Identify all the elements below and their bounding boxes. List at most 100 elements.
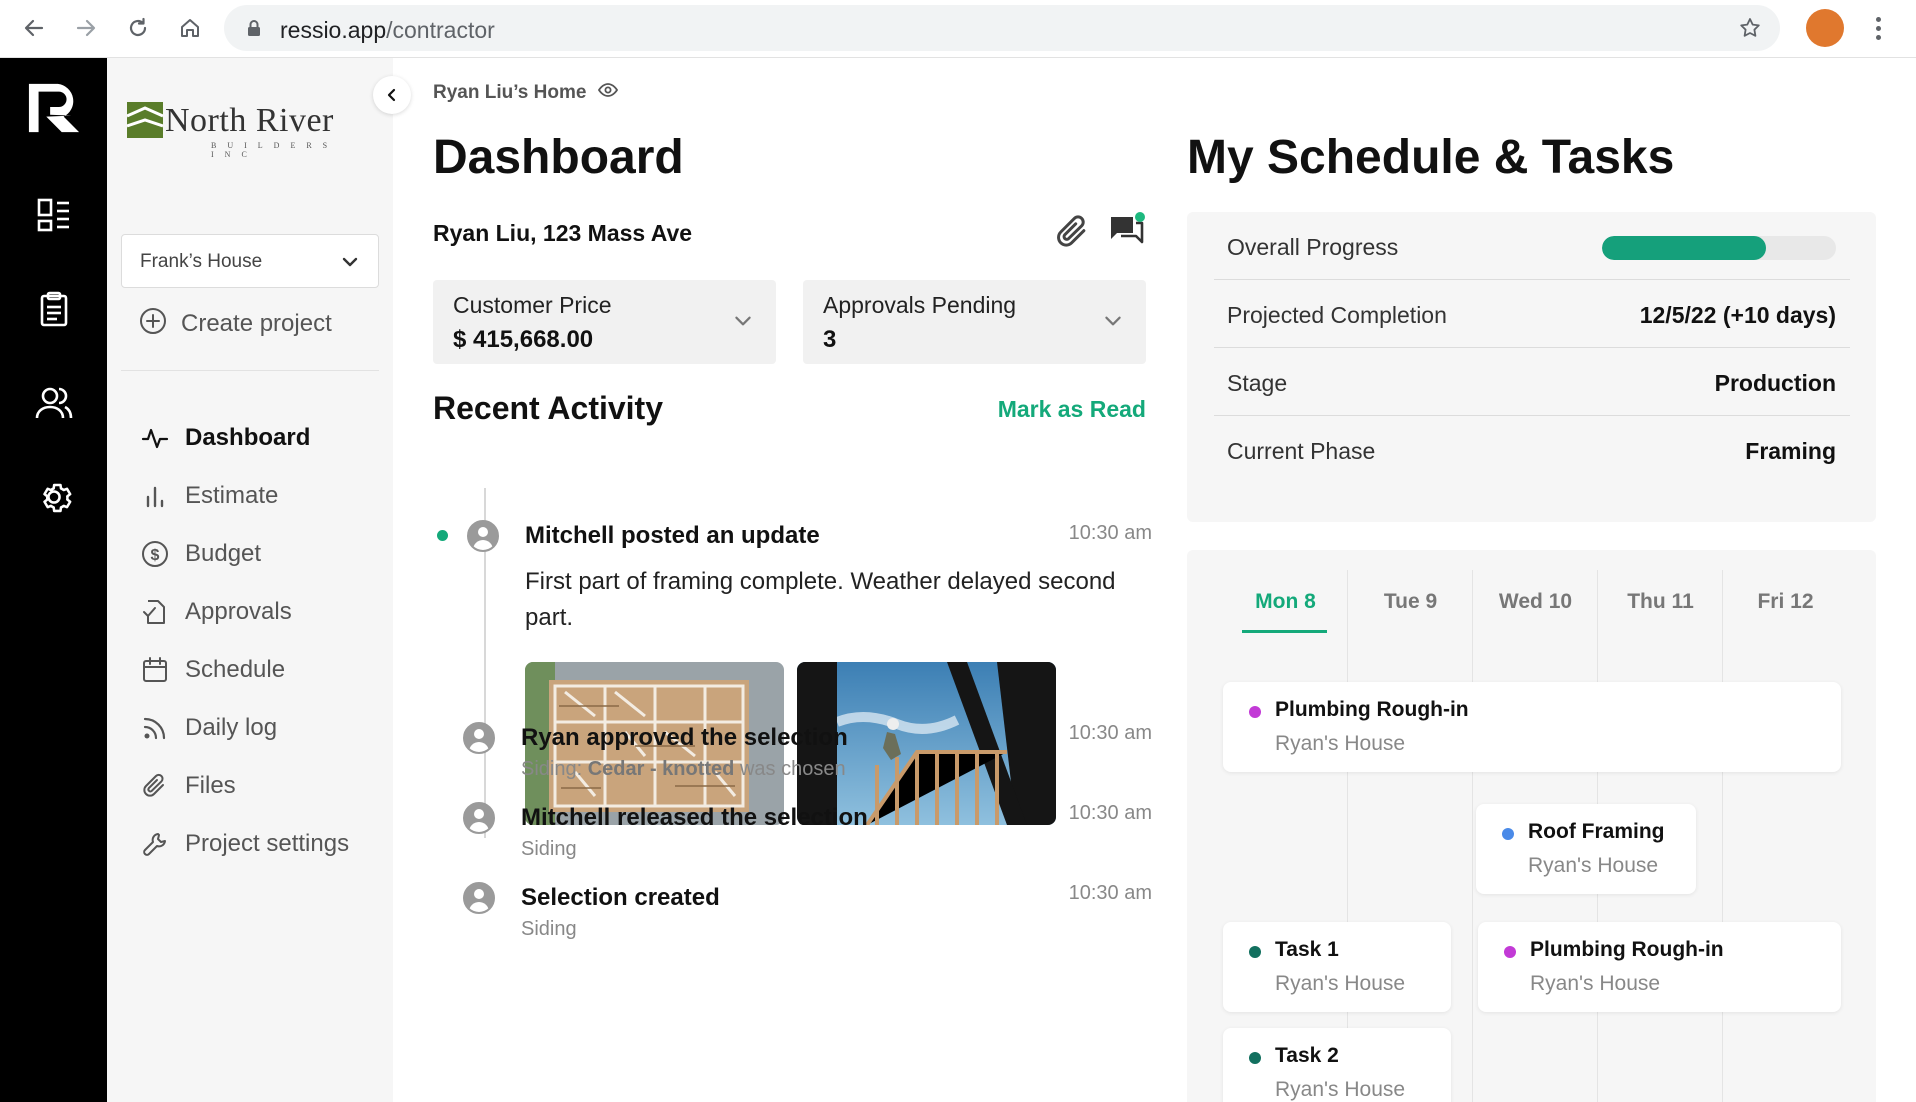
settings-gear-icon[interactable]	[27, 470, 81, 524]
task-subtitle: Ryan's House	[1275, 1078, 1406, 1101]
bookmark-star-icon[interactable]	[1738, 16, 1762, 45]
chevron-left-icon	[387, 88, 396, 102]
approvals-icon	[141, 598, 169, 626]
reload-icon[interactable]	[120, 10, 156, 46]
project-sidebar: North River BUILDERS INC Frank’s House C…	[107, 58, 393, 1102]
ressio-logo-icon[interactable]	[27, 80, 81, 134]
progress-fill	[1602, 236, 1766, 260]
approvals-pending-card[interactable]: Approvals Pending 3	[803, 280, 1146, 364]
weekly-calendar: Mon 8 Tue 9 Wed 10 Thu 11 Fri 12 Plumbin…	[1187, 550, 1876, 1102]
tab-mon-8[interactable]: Mon 8	[1223, 590, 1348, 614]
avatar	[467, 520, 499, 552]
task-color-dot	[1249, 706, 1261, 718]
avatar	[463, 882, 495, 914]
recent-activity-title: Recent Activity	[433, 390, 663, 426]
task-card[interactable]: Plumbing Rough-in Ryan's House	[1478, 922, 1841, 1012]
forward-icon[interactable]	[68, 10, 104, 46]
schedule-title: My Schedule & Tasks	[1187, 131, 1675, 184]
sidebar-item-label: Estimate	[185, 482, 279, 509]
chevron-down-icon	[732, 310, 754, 337]
plus-circle-icon	[139, 307, 167, 342]
schedule-panel: My Schedule & Tasks Overall Progress Pro…	[1160, 58, 1916, 1102]
eye-icon	[598, 82, 619, 104]
dashboard-panel: Ryan Liu’s Home Dashboard Ryan Liu, 123 …	[393, 58, 1160, 1102]
progress-card: Overall Progress Projected Completion 12…	[1187, 212, 1876, 522]
chevron-down-icon	[1102, 310, 1124, 337]
overall-progress-row: Overall Progress	[1214, 212, 1850, 280]
projected-completion-label: Projected Completion	[1227, 302, 1447, 328]
stage-label: Stage	[1227, 370, 1288, 396]
activity-icon	[141, 424, 169, 452]
sidebar-item-dashboard[interactable]: Dashboard	[121, 415, 379, 461]
tab-tue-9[interactable]: Tue 9	[1348, 590, 1473, 614]
task-subtitle: Ryan's House	[1528, 854, 1659, 877]
profile-avatar[interactable]	[1806, 9, 1844, 47]
users-icon[interactable]	[27, 376, 81, 430]
sidebar-item-label: Files	[185, 772, 236, 799]
task-title: Plumbing Rough-in	[1530, 938, 1724, 961]
project-select[interactable]: Frank’s House	[121, 234, 379, 288]
task-subtitle: Ryan's House	[1275, 972, 1406, 995]
url-text: ressio.app/contractor	[280, 17, 495, 43]
tab-thu-11[interactable]: Thu 11	[1598, 590, 1723, 614]
task-color-dot	[1249, 946, 1261, 958]
activity-title: Ryan approved the selection	[521, 724, 848, 751]
task-title: Task 1	[1275, 938, 1339, 961]
clipboard-icon[interactable]	[27, 282, 81, 336]
browser-toolbar: ressio.app/contractor	[0, 0, 1916, 58]
task-card[interactable]: Task 2 Ryan's House	[1223, 1028, 1451, 1102]
activity-title: Mitchell released the selection	[521, 804, 868, 831]
collapse-sidebar-button[interactable]	[373, 76, 411, 114]
activity-subtext: Siding	[521, 838, 577, 860]
north-river-logo-icon	[127, 102, 163, 138]
activity-body: First part of framing complete. Weather …	[525, 568, 1116, 631]
task-subtitle: Ryan's House	[1275, 732, 1406, 755]
activity-time: 10:30 am	[1068, 802, 1152, 824]
messages-button[interactable]	[1105, 210, 1149, 254]
breadcrumb[interactable]: Ryan Liu’s Home	[433, 82, 619, 104]
approvals-pending-label: Approvals Pending	[823, 292, 1017, 318]
task-color-dot	[1249, 1052, 1261, 1064]
projected-completion-value: 12/5/22 (+10 days)	[1639, 302, 1836, 328]
activity-time: 10:30 am	[1068, 882, 1152, 904]
sidebar-item-schedule[interactable]: Schedule	[121, 647, 379, 693]
wrench-icon	[141, 830, 169, 858]
task-card[interactable]: Task 1 Ryan's House	[1223, 922, 1451, 1012]
customer-price-label: Customer Price	[453, 292, 612, 318]
activity-time: 10:30 am	[1068, 722, 1152, 744]
attachments-button[interactable]	[1051, 210, 1095, 254]
sidebar-item-project-settings[interactable]: Project settings	[121, 821, 379, 867]
home-icon[interactable]	[172, 10, 208, 46]
sidebar-item-files[interactable]: Files	[121, 763, 379, 809]
sidebar-item-budget[interactable]: $ Budget	[121, 531, 379, 577]
approvals-pending-value: 3	[823, 326, 837, 353]
avatar	[463, 722, 495, 754]
task-title: Plumbing Rough-in	[1275, 698, 1469, 721]
dashboard-grid-icon[interactable]	[27, 188, 81, 242]
day-column	[1223, 570, 1348, 1102]
day-column	[1348, 570, 1473, 1102]
create-project-button[interactable]: Create project	[121, 304, 332, 344]
sidebar-item-label: Dashboard	[185, 424, 311, 451]
lock-icon	[246, 19, 262, 42]
tab-wed-10[interactable]: Wed 10	[1473, 590, 1598, 614]
customer-price-card[interactable]: Customer Price $ 415,668.00	[433, 280, 776, 364]
mark-as-read-button[interactable]: Mark as Read	[998, 396, 1146, 423]
task-title: Roof Framing	[1528, 820, 1665, 843]
sidebar-item-estimate[interactable]: Estimate	[121, 473, 379, 519]
rss-icon	[141, 714, 169, 742]
back-icon[interactable]	[16, 10, 52, 46]
task-card[interactable]: Roof Framing Ryan's House	[1476, 804, 1696, 894]
paperclip-icon	[141, 772, 169, 800]
browser-menu-icon[interactable]	[1866, 10, 1890, 46]
calendar-icon	[141, 656, 169, 684]
unread-dot	[437, 530, 448, 541]
task-card[interactable]: Plumbing Rough-in Ryan's House	[1223, 682, 1841, 772]
sidebar-item-daily-log[interactable]: Daily log	[121, 705, 379, 751]
tab-fri-12[interactable]: Fri 12	[1723, 590, 1848, 614]
sidebar-item-approvals[interactable]: Approvals	[121, 589, 379, 635]
overall-progress-label: Overall Progress	[1227, 234, 1399, 260]
activity-subtext: Siding	[521, 918, 577, 940]
activity-title: Mitchell posted an update	[525, 522, 820, 549]
address-bar[interactable]: ressio.app/contractor	[224, 5, 1780, 51]
